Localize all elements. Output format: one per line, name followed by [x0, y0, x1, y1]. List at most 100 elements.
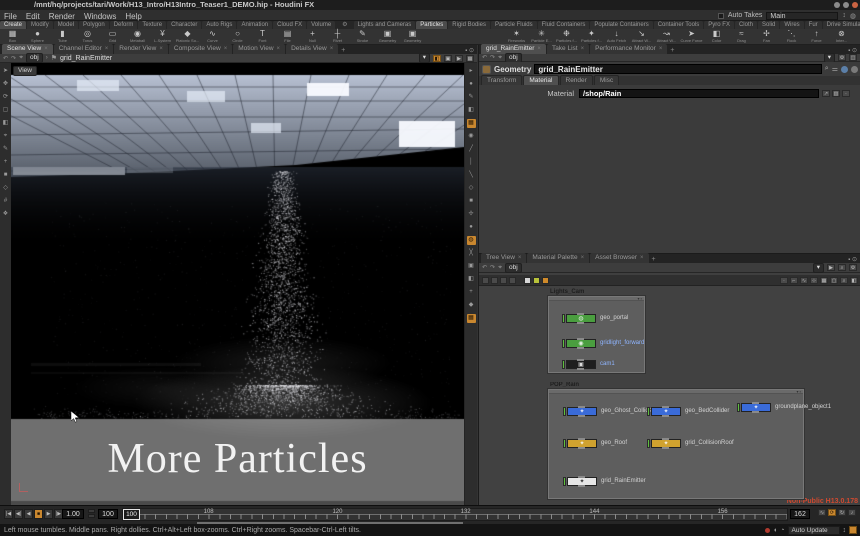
tool-attract-w-[interactable]: ↘Attract W... [629, 29, 654, 44]
close-tab-icon[interactable]: × [537, 46, 541, 52]
node-body-icon[interactable]: ✦ [651, 439, 681, 448]
tool-auto-fetch[interactable]: ↓Auto Fetch [604, 29, 629, 44]
display-option-icon[interactable]: │ [467, 158, 476, 167]
clear-icon[interactable]: · [842, 90, 850, 97]
network-box-lights_cam[interactable]: Lights_Cam▾ ▪◍geo_portal◉gridlight_forwa… [548, 296, 645, 373]
tool-curve[interactable]: ∿Curve [200, 29, 225, 44]
tool-tube[interactable]: ▮Tube [50, 29, 75, 44]
viewport-tool-icon[interactable]: ✥ [1, 80, 10, 89]
viewport-tool-icon[interactable]: ■ [1, 171, 10, 180]
new-tab-icon[interactable]: + [341, 47, 345, 54]
network-box-pop_rain[interactable]: POP_Rain▾ ▪✦geo_Ghost_Collider✦geo_BedCo… [548, 389, 804, 499]
tool-fan[interactable]: ✢Fan [754, 29, 779, 44]
update-mode-icon[interactable] [849, 526, 857, 534]
tool-particles-f-[interactable]: ✦Particles f... [579, 29, 604, 44]
display-option-icon[interactable]: ✢ [467, 210, 476, 219]
node-body-icon[interactable]: ✦ [567, 407, 597, 416]
close-button[interactable] [852, 2, 858, 8]
tool-torus[interactable]: ◎Torus [75, 29, 100, 44]
box-minimize-icon[interactable]: ▾ ▪ [796, 390, 801, 394]
audio-icon[interactable]: ♪ [848, 509, 856, 516]
tab-details-view[interactable]: Details View× [286, 44, 338, 54]
shelf-tab-volume[interactable]: Volume [307, 21, 335, 29]
node-display-flag[interactable] [562, 314, 565, 323]
menu-file[interactable]: File [4, 12, 17, 21]
color-swatch-green-icon[interactable] [533, 277, 540, 284]
forward-arrow-icon[interactable]: ↷ [11, 55, 16, 62]
shelf-tab-cloud-fx[interactable]: Cloud FX [273, 21, 306, 29]
pin-icon[interactable]: ⌖ [498, 54, 502, 62]
param-tab-render[interactable]: Render [560, 75, 593, 85]
node-grid_collisionroof[interactable]: ✦grid_CollisionRoof [647, 438, 734, 448]
node-display-flag[interactable] [647, 439, 650, 448]
node-chooser-icon[interactable]: ↗ [822, 90, 830, 97]
range-end-field[interactable]: 162 [790, 509, 810, 519]
viewport-tool-icon[interactable]: ❖ [1, 210, 10, 219]
network-option-icon[interactable]: ▦ [820, 277, 828, 284]
display-option-icon[interactable]: ● [467, 80, 476, 89]
node-cam1[interactable]: ▣cam1 [562, 359, 615, 369]
play-reverse-button[interactable]: ◀ [24, 509, 33, 519]
network-option-icon[interactable]: ⊹ [810, 277, 818, 284]
tab-asset-browser[interactable]: Asset Browser× [590, 253, 648, 263]
node-display-flag[interactable] [563, 477, 566, 486]
camera-icon[interactable]: ▣ [444, 55, 452, 62]
tool-null[interactable]: +Null [300, 29, 325, 44]
grid-toggle-icon[interactable]: ▦ [466, 55, 474, 62]
node-geo_roof[interactable]: ✦geo_Roof [563, 438, 627, 448]
param-tab-misc[interactable]: Misc [594, 75, 619, 85]
shelf-tab-modify[interactable]: Modify [27, 21, 53, 29]
tab-composite-view[interactable]: Composite View× [169, 44, 232, 54]
close-tab-icon[interactable]: × [518, 255, 522, 261]
forward-arrow-icon[interactable]: ↷ [490, 54, 495, 61]
notifications-icon[interactable]: ◔ [780, 527, 784, 534]
help-globe-icon[interactable]: ◍ [850, 12, 856, 20]
tool-geometry[interactable]: ▣Geometry [375, 29, 400, 44]
tool-circle[interactable]: ○Circle [225, 29, 250, 44]
back-arrow-icon[interactable]: ↶ [482, 54, 487, 61]
close-tab-icon[interactable]: × [159, 46, 163, 52]
realtime-toggle-icon[interactable]: ∿ [818, 509, 826, 516]
gear-icon[interactable]: ⚙ [849, 264, 857, 271]
tool-attract-w-[interactable]: ↝Attract W... [654, 29, 679, 44]
box-minimize-icon[interactable]: ▾ ▪ [637, 297, 642, 301]
layout-icon[interactable] [509, 277, 516, 284]
tool-fireworks[interactable]: ✶Fireworks [504, 29, 529, 44]
tool-inter-[interactable]: ⊗Inter... [829, 29, 854, 44]
shelf-tab-deform[interactable]: Deform [110, 21, 138, 29]
shelf-tab-polygon[interactable]: Polygon [79, 21, 109, 29]
shelf-tab-particle-fluids[interactable]: Particle Fluids [491, 21, 537, 29]
display-option-icon[interactable]: ■ [467, 197, 476, 206]
display-option-icon[interactable]: ◧ [467, 275, 476, 284]
node-body-icon[interactable]: ✦ [567, 439, 597, 448]
close-tab-icon[interactable]: × [659, 46, 663, 52]
global-start-field[interactable]: 1.00 [62, 509, 84, 519]
play-button[interactable]: ▶ [44, 509, 53, 519]
tool-geometry[interactable]: ▣Geometry [400, 29, 425, 44]
node-display-flag[interactable] [563, 439, 566, 448]
close-tab-icon[interactable]: × [105, 46, 109, 52]
tool-sphere[interactable]: ●Sphere [25, 29, 50, 44]
menu-windows[interactable]: Windows [84, 12, 116, 21]
open-floating-icon[interactable]: ▥ [832, 90, 840, 97]
lock-icon[interactable]: ◫ [849, 54, 857, 61]
viewport-tool-icon[interactable]: ✎ [1, 145, 10, 154]
shelf-tab-character[interactable]: Character [167, 21, 201, 29]
close-tab-icon[interactable]: × [277, 46, 281, 52]
auto-takes-checkbox[interactable] [718, 13, 724, 19]
display-option-icon[interactable]: ◍ [467, 236, 476, 245]
message-log-icon[interactable]: ◖ [773, 527, 777, 534]
current-frame-indicator[interactable]: 100 [123, 509, 140, 520]
tool-l-system[interactable]: ¥L-System [150, 29, 175, 44]
param-tab-material[interactable]: Material [523, 75, 558, 85]
network-box-header[interactable]: ▾ ▪ [549, 297, 644, 301]
timeline-ruler[interactable]: 100 108120132144156 [122, 508, 788, 521]
viewport-tool-icon[interactable]: ➤ [1, 67, 10, 76]
info-icon[interactable] [841, 66, 848, 73]
tool-metaball[interactable]: ◉Metaball [125, 29, 150, 44]
tab-render-view[interactable]: Render View× [114, 44, 168, 54]
shelf-tab-populate-containers[interactable]: Populate Containers [590, 21, 652, 29]
network-box-header[interactable]: ▾ ▪ [549, 390, 803, 394]
color-swatch-orange-icon[interactable] [542, 277, 549, 284]
help-icon[interactable] [851, 66, 858, 73]
